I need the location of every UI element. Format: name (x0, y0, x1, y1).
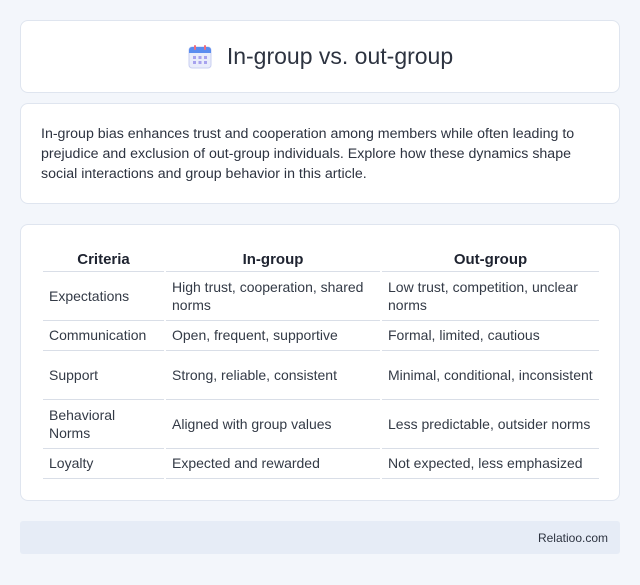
title-wrap: In-group vs. out-group (187, 43, 453, 70)
table-row: Communication Open, frequent, supportive… (43, 320, 599, 351)
footer: Relatioo.com (20, 521, 620, 554)
in-group-cell: Strong, reliable, consistent (164, 350, 381, 400)
in-group-cell: Open, frequent, supportive (164, 320, 381, 351)
out-group-cell: Not expected, less emphasized (380, 448, 599, 479)
in-group-cell: Expected and rewarded (164, 448, 381, 479)
header-out-group: Out-group (380, 245, 599, 272)
out-group-cell: Low trust, competition, unclear norms (380, 271, 599, 321)
out-group-cell: Formal, limited, cautious (380, 320, 599, 351)
out-group-cell: Minimal, conditional, inconsistent (380, 350, 599, 400)
comparison-table: Criteria In-group Out-group Expectations… (43, 245, 599, 479)
intro-card: In-group bias enhances trust and coopera… (20, 103, 620, 204)
table-row: Behavioral Norms Aligned with group valu… (43, 399, 599, 449)
in-group-cell: Aligned with group values (164, 399, 381, 449)
criteria-cell: Behavioral Norms (43, 399, 165, 449)
table-row: Loyalty Expected and rewarded Not expect… (43, 448, 599, 479)
header-in-group: In-group (164, 245, 381, 272)
criteria-cell: Communication (43, 320, 165, 351)
header-criteria: Criteria (43, 245, 165, 272)
intro-text: In-group bias enhances trust and coopera… (41, 126, 575, 182)
out-group-cell: Less predictable, outsider norms (380, 399, 599, 449)
title-card: In-group vs. out-group (20, 20, 620, 93)
calendar-icon (188, 44, 212, 68)
criteria-cell: Support (43, 350, 165, 400)
footer-brand[interactable]: Relatioo.com (538, 531, 608, 545)
table-header-row: Criteria In-group Out-group (43, 245, 599, 272)
table-card: Criteria In-group Out-group Expectations… (20, 224, 620, 501)
table-row: Expectations High trust, cooperation, sh… (43, 271, 599, 321)
table-row: Support Strong, reliable, consistent Min… (43, 350, 599, 400)
page-title: In-group vs. out-group (226, 43, 454, 69)
criteria-cell: Expectations (43, 271, 165, 321)
criteria-cell: Loyalty (43, 448, 165, 479)
in-group-cell: High trust, cooperation, shared norms (164, 271, 381, 321)
